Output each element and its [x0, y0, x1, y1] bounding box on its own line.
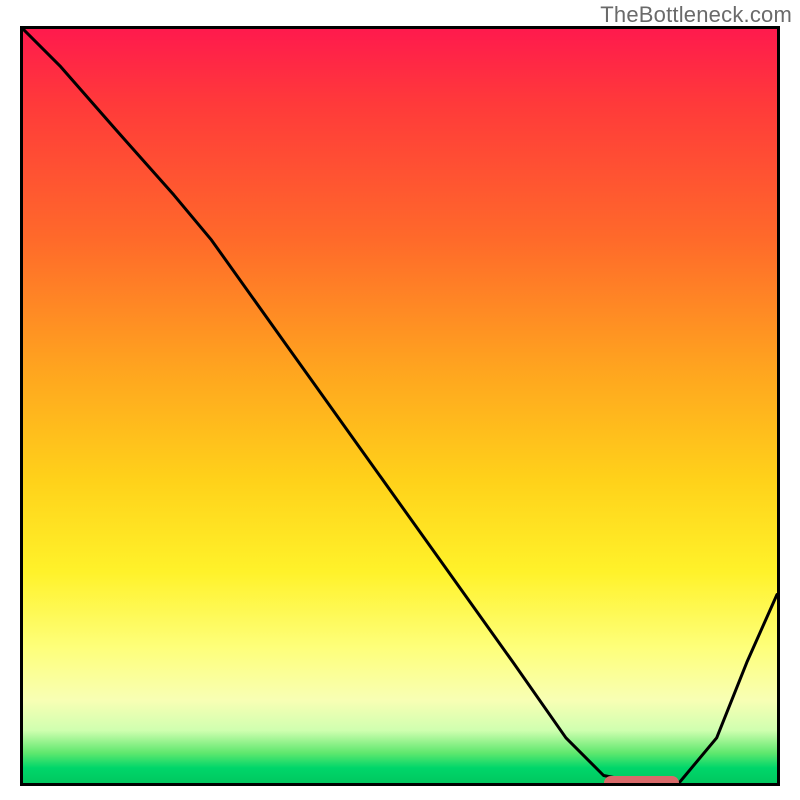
watermark-text: TheBottleneck.com	[600, 2, 792, 28]
chart-container: TheBottleneck.com	[0, 0, 800, 800]
optimal-range-marker	[604, 776, 679, 786]
bottleneck-curve	[23, 29, 777, 783]
plot-area	[20, 26, 780, 786]
